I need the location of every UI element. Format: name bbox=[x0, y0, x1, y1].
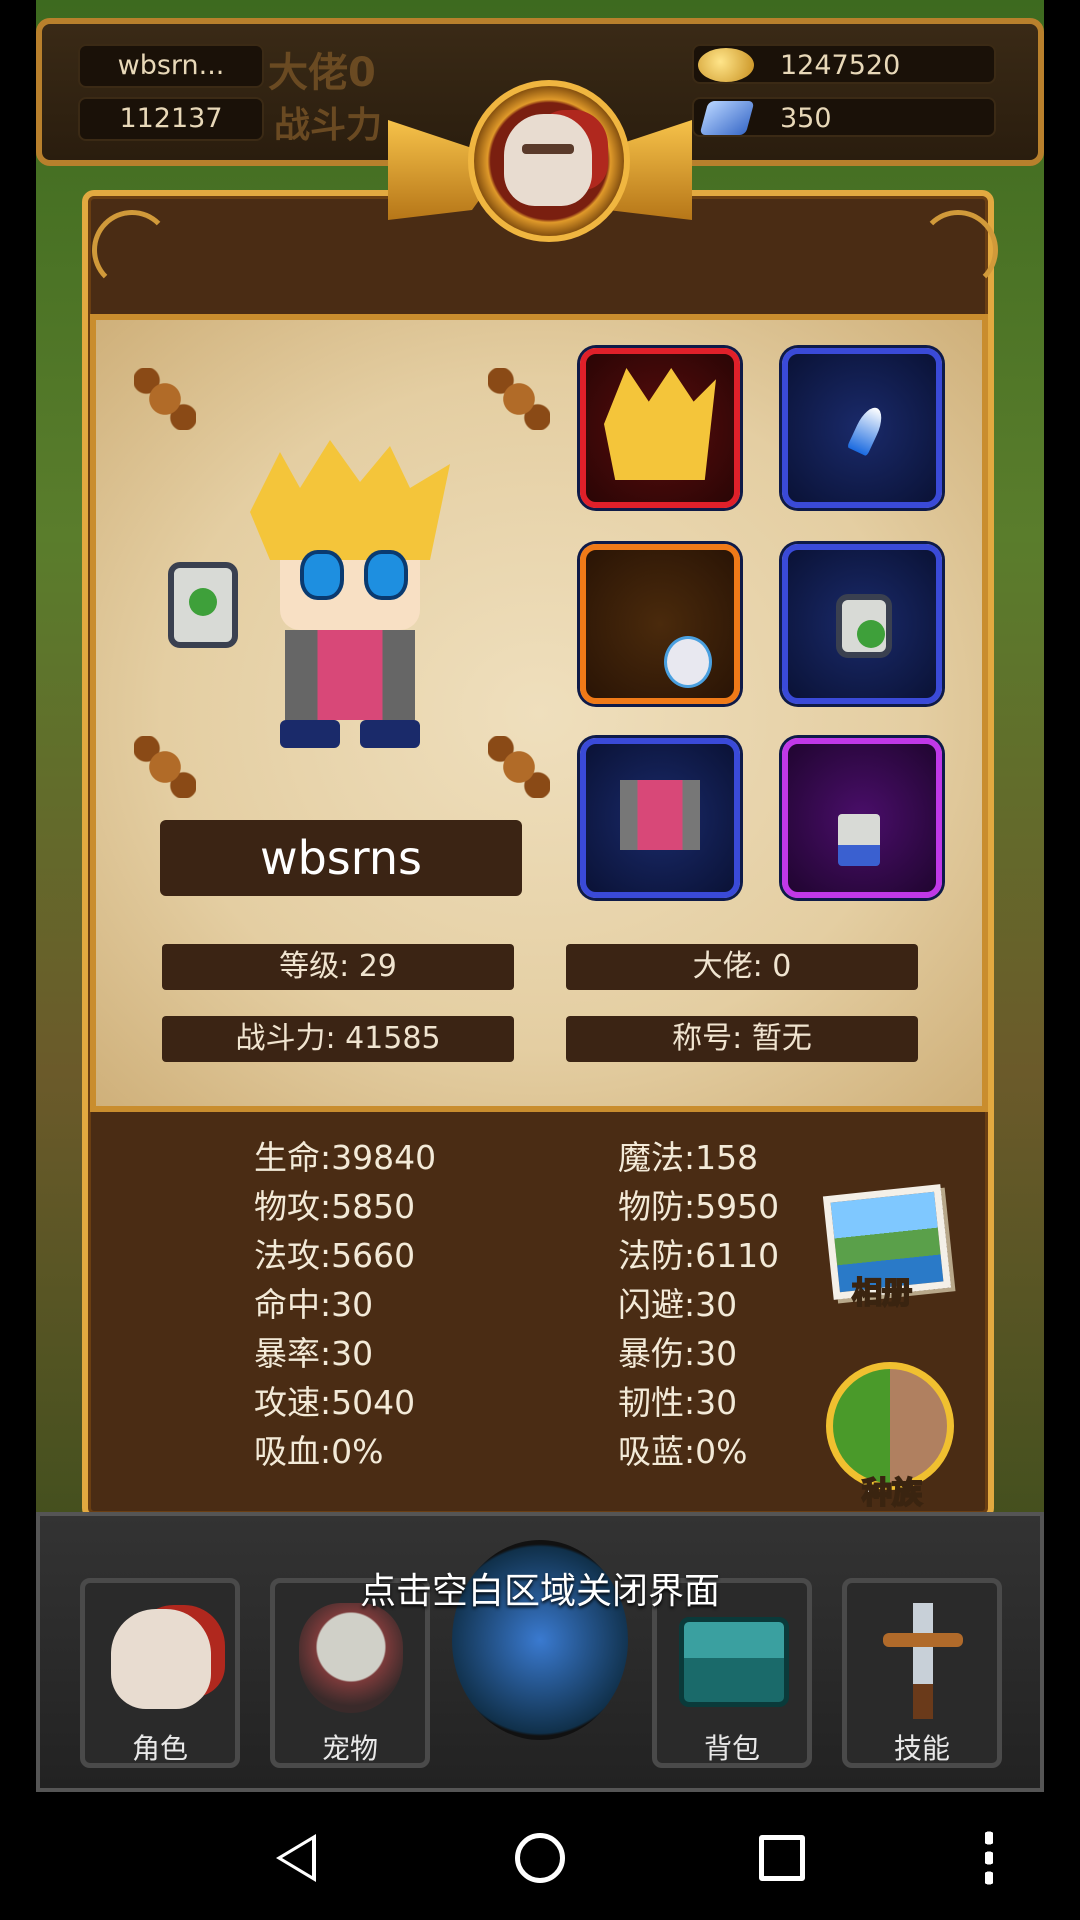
stat-life-steal: 吸血:0% bbox=[254, 1432, 384, 1471]
lantern-icon bbox=[836, 594, 892, 658]
stat-attack-speed: 攻速:5040 bbox=[254, 1383, 416, 1422]
album-label: 相册 bbox=[851, 1275, 913, 1312]
player-power-box: 112137 bbox=[78, 97, 264, 141]
nav-bag-label: 背包 bbox=[703, 1732, 760, 1765]
recent-apps-icon[interactable] bbox=[759, 1835, 805, 1881]
close-hint-text: 点击空白区域关闭界面 bbox=[359, 1571, 720, 1612]
stat-dodge: 闪避:30 bbox=[618, 1285, 738, 1324]
sword-icon bbox=[913, 1603, 933, 1719]
lantern-pet-icon bbox=[168, 562, 238, 648]
stat-toughness: 韧性:30 bbox=[618, 1383, 738, 1422]
player-name-box: wbsrn... bbox=[78, 44, 264, 88]
egg-icon bbox=[664, 636, 712, 688]
flourish-icon bbox=[134, 736, 196, 798]
stat-magic-defense: 法防:6110 bbox=[618, 1236, 780, 1275]
boss-info: 大佬: 0 bbox=[566, 944, 918, 990]
race-button[interactable]: 种族 bbox=[822, 1362, 962, 1512]
stat-phys-defense: 物防:5950 bbox=[618, 1187, 780, 1226]
race-label: 种族 bbox=[861, 1475, 923, 1512]
helmet-icon bbox=[111, 1609, 211, 1709]
crest-ring bbox=[468, 80, 630, 242]
nav-role-label: 角色 bbox=[131, 1732, 188, 1765]
home-icon[interactable] bbox=[515, 1833, 565, 1883]
head-equipment-slot[interactable] bbox=[580, 348, 740, 508]
boss-rank-label: 大佬0 bbox=[268, 50, 376, 96]
power-label: 战斗力 bbox=[274, 105, 383, 146]
stat-mana: 魔法:158 bbox=[618, 1138, 759, 1177]
flourish-icon bbox=[134, 368, 196, 430]
feather-icon bbox=[846, 403, 888, 457]
power-info: 战斗力: 41585 bbox=[162, 1016, 514, 1062]
lantern-equipment-slot[interactable] bbox=[782, 544, 942, 704]
weapon-equipment-slot[interactable] bbox=[782, 348, 942, 508]
title-info: 称号: 暂无 bbox=[566, 1016, 918, 1062]
gem-icon bbox=[699, 101, 755, 135]
stat-crit-damage: 暴伤:30 bbox=[618, 1334, 738, 1373]
chest-icon bbox=[679, 1617, 789, 1707]
armor-icon bbox=[620, 780, 700, 850]
boots-icon bbox=[838, 814, 880, 866]
top-left-corner-ornament bbox=[92, 210, 172, 290]
armor-equipment-slot[interactable] bbox=[580, 738, 740, 898]
demon-mask-icon bbox=[299, 1603, 403, 1713]
character-name: wbsrns bbox=[160, 820, 522, 896]
stat-crit-rate: 暴率:30 bbox=[254, 1334, 374, 1373]
helmet-icon bbox=[504, 114, 592, 206]
nav-skill-label: 技能 bbox=[893, 1732, 950, 1765]
character-sprite[interactable] bbox=[240, 440, 460, 760]
top-right-corner-ornament bbox=[918, 210, 998, 290]
level-info: 等级: 29 bbox=[162, 944, 514, 990]
sword-guard-icon bbox=[883, 1633, 963, 1647]
hair-face-icon bbox=[604, 368, 716, 480]
flourish-icon bbox=[488, 736, 550, 798]
flourish-icon bbox=[488, 368, 550, 430]
album-button[interactable]: 相册 bbox=[818, 1182, 952, 1312]
nav-pet-label: 宠物 bbox=[321, 1732, 378, 1765]
stat-hp: 生命:39840 bbox=[254, 1138, 437, 1177]
character-crest bbox=[388, 30, 692, 242]
stat-mana-steal: 吸蓝:0% bbox=[618, 1432, 748, 1471]
back-icon[interactable] bbox=[276, 1834, 316, 1882]
more-options-icon[interactable] bbox=[985, 1828, 993, 1886]
stat-hit: 命中:30 bbox=[254, 1285, 374, 1324]
boots-equipment-slot[interactable] bbox=[782, 738, 942, 898]
gold-coin-icon bbox=[698, 48, 754, 82]
accessory-equipment-slot[interactable] bbox=[580, 544, 740, 704]
stat-phys-attack: 物攻:5850 bbox=[254, 1187, 416, 1226]
stat-magic-attack: 法攻:5660 bbox=[254, 1236, 416, 1275]
